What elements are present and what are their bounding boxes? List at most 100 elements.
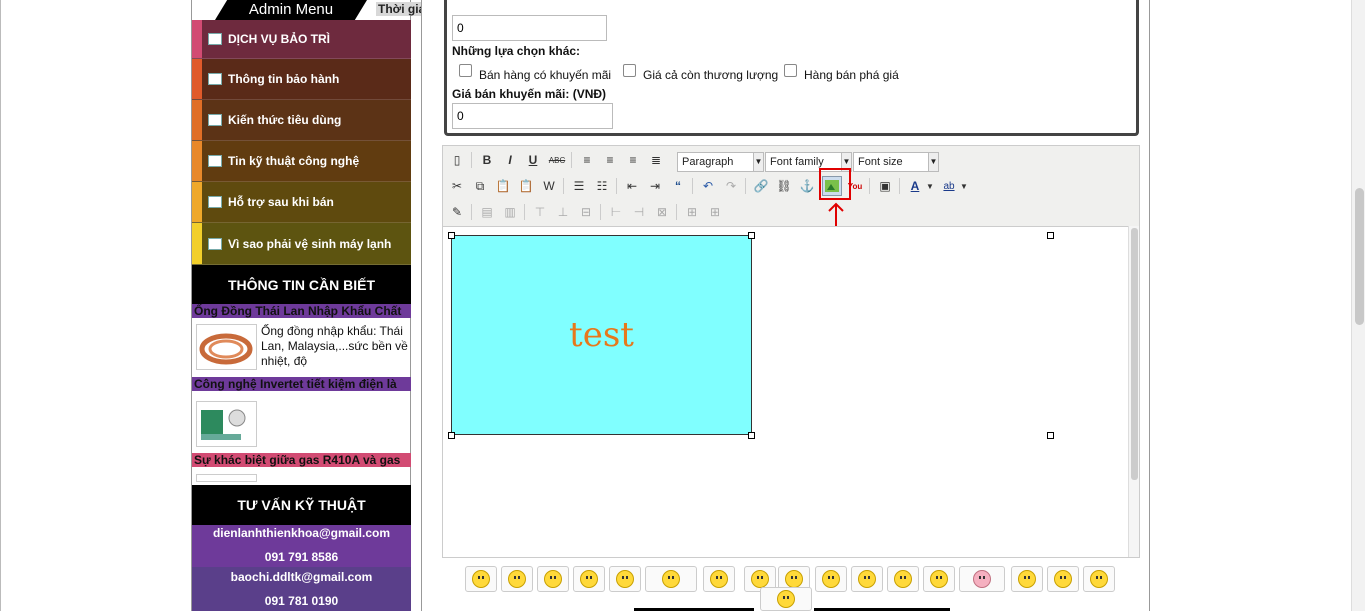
format-select[interactable]: Paragraph ▼ (677, 152, 764, 172)
highlight-color-icon[interactable]: ab (939, 176, 959, 196)
resize-handle[interactable] (748, 432, 755, 439)
news-thumb-2[interactable] (196, 401, 257, 447)
copy-icon[interactable]: ⧉ (470, 176, 490, 196)
emoticon-sunglasses-icon[interactable] (1047, 566, 1079, 592)
numbered-list-icon[interactable]: ☷ (592, 176, 612, 196)
align-justify-icon[interactable]: ≣ (646, 150, 666, 170)
sidebar-menu-item[interactable]: Thông tin bảo hành (192, 59, 411, 100)
toolbar-separator (471, 152, 472, 168)
sidebar-menu-item[interactable]: Kiến thức tiêu dùng (192, 100, 411, 141)
emoticon-hug-icon[interactable] (645, 566, 697, 592)
emoticon-tongue-icon[interactable] (815, 566, 847, 592)
toolbar-separator (869, 178, 870, 194)
sidebar-menu-item[interactable]: Tin kỹ thuật công nghệ (192, 141, 411, 182)
promo-checkbox[interactable] (459, 64, 472, 77)
chevron-down-icon[interactable]: ▼ (959, 176, 969, 196)
paste-text-icon[interactable]: 📋 (516, 176, 536, 196)
anchor-icon[interactable]: ⚓ (797, 176, 817, 196)
unlink-icon[interactable]: ⛓ (774, 176, 794, 196)
editor-scrollbar[interactable] (1128, 226, 1139, 557)
resize-handle[interactable] (748, 232, 755, 239)
bold-icon[interactable]: B (477, 150, 497, 170)
resize-handle[interactable] (1047, 232, 1054, 239)
emoticon-smile-icon[interactable] (465, 566, 497, 592)
rich-text-editor: ▯ B I U ABC ≡ ≡ ≡ ≣ Paragraph ▼ Font fami… (442, 145, 1140, 558)
chevron-down-icon[interactable]: ▼ (925, 176, 935, 196)
news-title-3[interactable]: Sự khác biệt giữa gas R410A và gas (192, 453, 411, 467)
merge-cells-icon[interactable]: ⊞ (705, 202, 725, 222)
resize-handle[interactable] (448, 432, 455, 439)
emoticon-neutral-icon[interactable] (760, 587, 812, 611)
emoticon-shy-icon[interactable] (1011, 566, 1043, 592)
emoticon-cool-icon[interactable] (609, 566, 641, 592)
emoticon-love-icon[interactable] (887, 566, 919, 592)
page-scrollbar[interactable] (1351, 0, 1365, 611)
news-thumb-3[interactable] (196, 474, 257, 482)
price-input[interactable]: 0 (452, 15, 607, 41)
maintenance-icon (208, 33, 222, 45)
italic-icon[interactable]: I (500, 150, 520, 170)
editor-scrollbar-thumb[interactable] (1131, 228, 1138, 480)
delete-col-icon[interactable]: ⊠ (652, 202, 672, 222)
news-title-1[interactable]: Ống Đồng Thái Lan Nhập Khẩu Chất (192, 304, 411, 318)
sidebar-menu-item[interactable]: Hỗ trợ sau khi bán (192, 182, 411, 223)
content-box[interactable]: test (451, 235, 752, 435)
redo-icon[interactable]: ↷ (721, 176, 741, 196)
emoticon-think-icon[interactable] (703, 566, 735, 592)
emoticon-wink-icon[interactable] (537, 566, 569, 592)
indent-icon[interactable]: ⇥ (645, 176, 665, 196)
cell-props-icon[interactable]: ▥ (500, 202, 520, 222)
table-props-icon[interactable]: ▤ (477, 202, 497, 222)
contact-email-1[interactable]: dienlanhthienkhoa@gmail.com (192, 526, 411, 540)
news-title-2[interactable]: Công nghệ Invertet tiết kiệm điện là (192, 377, 411, 391)
contact-phone-1[interactable]: 091 791 8586 (192, 550, 411, 564)
undo-icon[interactable]: ↶ (698, 176, 718, 196)
insert-col-after-icon[interactable]: ⊣ (629, 202, 649, 222)
delete-row-icon[interactable]: ⊟ (576, 202, 596, 222)
toolbar-row-2: ✂ ⧉ 📋 📋 W ☰ ☷ ⇤ ⇥ “ ↶ ↷ 🔗 ⛓ ⚓ You ▣ A ▼ … (443, 174, 1139, 198)
align-right-icon[interactable]: ≡ (623, 150, 643, 170)
link-icon[interactable]: 🔗 (751, 176, 771, 196)
negotiable-checkbox[interactable] (623, 64, 636, 77)
sidebar-menu-item[interactable]: DỊCH VỤ BẢO TRÌ (192, 20, 411, 59)
emoticon-angry-icon[interactable] (501, 566, 533, 592)
insert-row-before-icon[interactable]: ⊤ (530, 202, 550, 222)
emoticon-sad-icon[interactable] (1083, 566, 1115, 592)
promo-price-input[interactable]: 0 (452, 103, 613, 129)
strikethrough-icon[interactable]: ABC (547, 150, 567, 170)
insert-row-after-icon[interactable]: ⊥ (553, 202, 573, 222)
edit-source-icon[interactable]: ✎ (447, 202, 467, 222)
outdent-icon[interactable]: ⇤ (622, 176, 642, 196)
sidebar-menu-item[interactable]: Vì sao phải vệ sinh máy lạnh (192, 223, 411, 265)
window-icon (208, 196, 222, 208)
new-document-icon[interactable]: ▯ (447, 150, 467, 170)
align-left-icon[interactable]: ≡ (577, 150, 597, 170)
news-thumb-1[interactable] (196, 324, 257, 370)
editor-content-area[interactable]: test (443, 226, 1128, 557)
text-color-icon[interactable]: A (905, 176, 925, 196)
emoticon-surprise-icon[interactable] (923, 566, 955, 592)
resize-handle[interactable] (1047, 432, 1054, 439)
contact-phone-2[interactable]: 091 781 0190 (192, 594, 411, 608)
emoticon-pink-icon[interactable] (959, 566, 1005, 592)
admin-menu-tab[interactable]: Admin Menu (215, 0, 367, 20)
emoticon-laugh-icon[interactable] (851, 566, 883, 592)
code-view-icon[interactable]: ▣ (875, 176, 895, 196)
insert-col-before-icon[interactable]: ⊢ (606, 202, 626, 222)
bullet-list-icon[interactable]: ☰ (569, 176, 589, 196)
align-center-icon[interactable]: ≡ (600, 150, 620, 170)
resize-handle[interactable] (448, 232, 455, 239)
contact-email-2[interactable]: baochi.ddltk@gmail.com (192, 570, 411, 584)
blockquote-icon[interactable]: “ (668, 176, 688, 196)
clearance-checkbox[interactable] (784, 64, 797, 77)
paste-icon[interactable]: 📋 (493, 176, 513, 196)
toolbar-separator (524, 204, 525, 220)
info-section-header: THÔNG TIN CẦN BIẾT (192, 265, 411, 305)
paste-word-icon[interactable]: W (539, 176, 559, 196)
underline-icon[interactable]: U (523, 150, 543, 170)
font-size-select[interactable]: Font size ▼ (853, 152, 939, 172)
page-scrollbar-thumb[interactable] (1355, 188, 1364, 325)
split-cells-icon[interactable]: ⊞ (682, 202, 702, 222)
cut-icon[interactable]: ✂ (447, 176, 467, 196)
emoticon-grin-icon[interactable] (573, 566, 605, 592)
